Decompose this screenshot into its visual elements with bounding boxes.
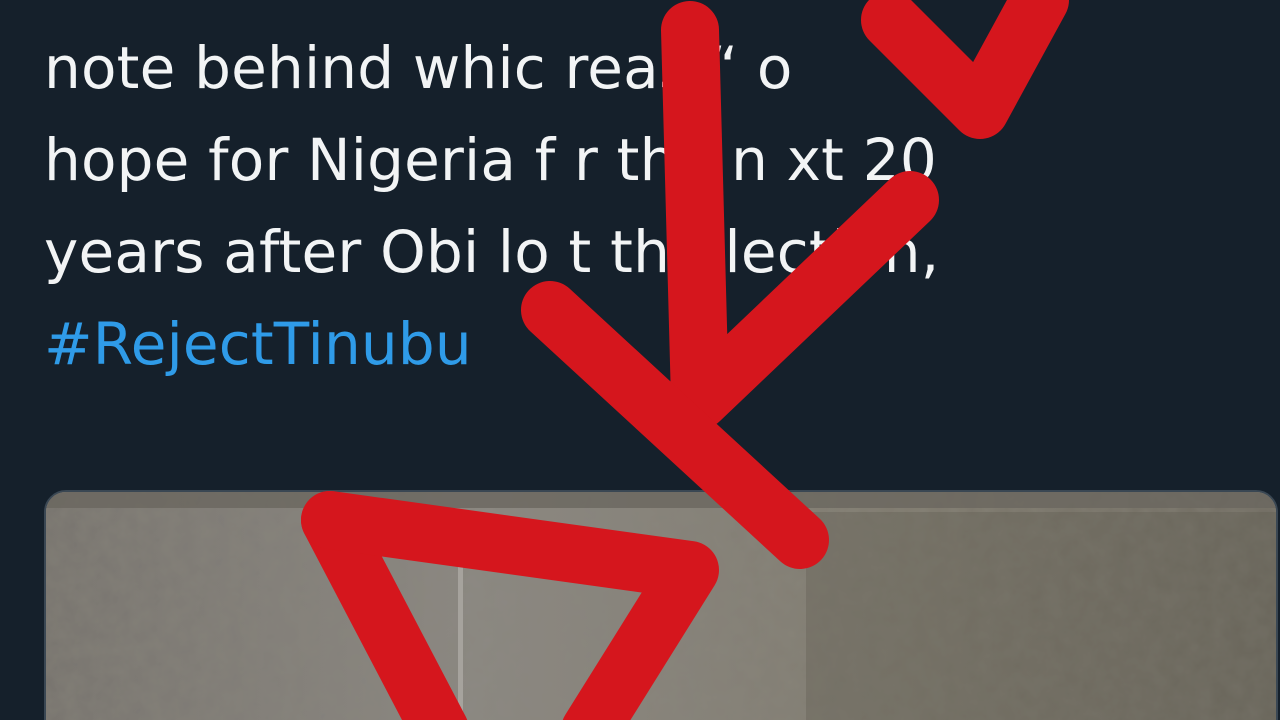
tweet-text-line: years after Obi lo t th election,	[44, 218, 940, 286]
tweet-text-line: note behind whic reas “ o	[44, 34, 793, 102]
tweet-body: note behind whic reas “ o hope for Niger…	[44, 22, 1244, 390]
photo-content	[46, 492, 1276, 720]
tweet-media-image[interactable]	[44, 490, 1278, 720]
hashtag-link[interactable]: #RejectTinubu	[44, 298, 1244, 390]
tweet-text-line: hope for Nigeria f r the n xt 20	[44, 126, 937, 194]
tweet-card: note behind whic reas “ o hope for Niger…	[0, 0, 1280, 720]
